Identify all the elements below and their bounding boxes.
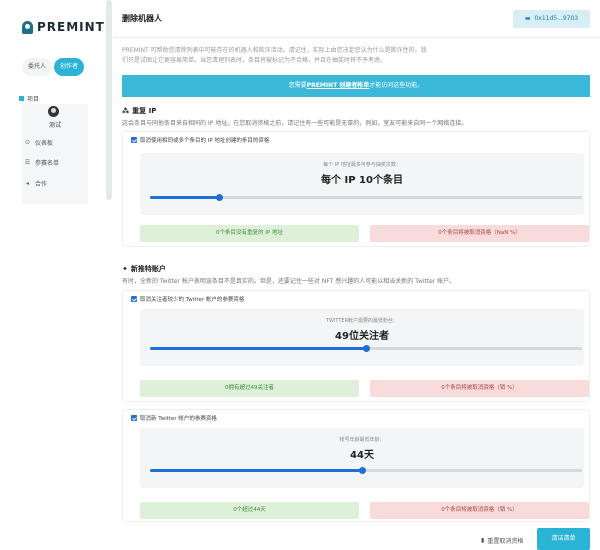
sidebar-scrollbar[interactable] (106, 0, 112, 200)
account-age-value: 44天 (350, 450, 374, 461)
upgrade-banner: 您需要PREMINT 创建者帐单才能访问这些功能。 (122, 75, 590, 97)
sidebar: PREMINT 委托人 创作者 项目 测试 ⊙ 仪表板 ☰ 参赛名单 ◂ 合作 (0, 0, 114, 550)
duplicate-ip-description: 这会条目与同他条目来自相同的 IP 地址。在您取消资格之前，请记住有一些可能是无… (122, 120, 468, 127)
account-age-ok-stat: 0个超过44天 (140, 502, 359, 519)
clean-list-button[interactable]: 清洁清单 (537, 528, 590, 550)
account-age-checkbox-label: 取消新 Twitter 帐户的参赛资格 (140, 416, 217, 422)
main-content: 删除机器人 ▬ 0x11d5...9703 PREMINT 可帮助您清除列表中可… (114, 0, 600, 550)
projects-header: 项目 (19, 94, 39, 103)
projects-header-label: 项目 (27, 96, 40, 103)
brand-logo[interactable]: PREMINT (22, 20, 105, 34)
account-age-slider[interactable] (150, 467, 582, 474)
project-card: 测试 ⊙ 仪表板 ☰ 参赛名单 ◂ 合作 (22, 104, 88, 204)
followers-checkbox-row[interactable]: 取消关注者较少的 Twitter 帐户的参赛资格 (131, 295, 244, 303)
followers-disqualified-stat: 0个条目将被取消资格（销 %） (370, 380, 589, 397)
banner-prefix: 您需要 (288, 82, 307, 89)
followers-label: TWITTER帐户需要的最低粉丝： (325, 318, 399, 324)
wallet-address: 0x11d5...9703 (534, 15, 579, 22)
duplicate-ip-checkbox[interactable] (131, 137, 137, 143)
brand-name: PREMINT (37, 20, 105, 34)
followers-panel: TWITTER帐户需要的最低粉丝： 49位关注者 (140, 309, 584, 366)
slider-fill (150, 196, 220, 199)
wallet-button[interactable]: ▬ 0x11d5...9703 (513, 10, 590, 28)
top-bar: 删除机器人 ▬ 0x11d5...9703 (114, 0, 600, 38)
network-icon: ⁂ (122, 107, 130, 115)
account-age-checkbox-row[interactable]: 取消新 Twitter 帐户的参赛资格 (131, 414, 217, 422)
ip-limit-label: 每个 IP 地址最多可参与抽奖次数： (323, 162, 401, 168)
account-age-panel: 帐号年龄最低年龄： 44天 (140, 428, 584, 488)
new-twitter-title-text: 新推特账户 (130, 265, 166, 273)
slider-fill (150, 347, 366, 350)
wallet-icon: ▬ (524, 15, 531, 22)
sidebar-item-label: 仪表板 (35, 140, 54, 147)
projects-icon (19, 96, 24, 101)
followers-checkbox[interactable] (131, 296, 137, 302)
sidebar-item-collab[interactable]: ◂ 合作 (24, 179, 47, 188)
avatar[interactable] (48, 106, 59, 117)
duplicate-ip-card: 取消使用相同或多个条目的 IP 地址创建的条目的资格 每个 IP 地址最多可参与… (122, 131, 590, 247)
banner-suffix: 才能访问这些功能。 (369, 82, 424, 89)
reset-label: 重置取消资格 (487, 538, 524, 545)
ip-limit-slider[interactable] (150, 194, 582, 201)
reset-disqualifications-button[interactable]: ▮ 重置取消资格 (481, 536, 523, 545)
dashboard-icon: ⊙ (24, 139, 31, 146)
twitter-icon: ✦ (122, 265, 128, 273)
account-age-label: 帐号年龄最低年龄： (339, 437, 385, 443)
role-tab-client[interactable]: 委托人 (22, 58, 52, 76)
project-name: 测试 (48, 122, 61, 129)
creator-billing-link[interactable]: PREMINT 创建者帐单 (307, 82, 370, 89)
duplicate-ip-checkbox-row[interactable]: 取消使用相同或多个条目的 IP 地址创建的条目的资格 (131, 136, 269, 144)
account-age-checkbox[interactable] (131, 415, 137, 421)
account-age-disqualified-stat: 0个条目将被取消资格（销 %） (370, 502, 589, 519)
slider-knob[interactable] (216, 194, 224, 201)
ip-limit-panel: 每个 IP 地址最多可参与抽奖次数： 每个 IP 10个条目 (140, 153, 584, 215)
slider-knob[interactable] (358, 467, 366, 474)
slider-fill (150, 469, 362, 472)
slider-knob[interactable] (363, 345, 370, 352)
followers-card: 取消关注者较少的 Twitter 帐户的参赛资格 TWITTER帐户需要的最低粉… (122, 290, 590, 402)
followers-checkbox-label: 取消关注者较少的 Twitter 帐户的参赛资格 (140, 297, 245, 303)
new-twitter-title: ✦ 新推特账户 (122, 264, 166, 274)
followers-value: 49位关注者 (335, 331, 389, 342)
followers-ok-stat: 0拥有超过49关注者 (140, 380, 359, 397)
account-age-card: 取消新 Twitter 帐户的参赛资格 帐号年龄最低年龄： 44天 0个超过44… (122, 409, 590, 522)
followers-slider[interactable] (150, 345, 582, 352)
role-toggle: 委托人 创作者 (22, 58, 84, 76)
role-tab-creator[interactable]: 创作者 (54, 58, 84, 76)
new-twitter-description: 有时，全新的 Twitter 帐户表明该条目不是真实的。但是，还要记住一些对 N… (122, 278, 456, 285)
premint-logo-icon (22, 20, 33, 34)
page-title: 删除机器人 (122, 14, 162, 23)
sidebar-item-dashboard[interactable]: ⊙ 仪表板 (24, 138, 53, 147)
sidebar-item-label: 参赛名单 (35, 160, 60, 167)
sidebar-item-label: 合作 (35, 181, 48, 188)
duplicate-ip-checkbox-label: 取消使用相同或多个条目的 IP 地址创建的条目的资格 (140, 138, 270, 144)
trash-icon: ▮ (481, 537, 485, 544)
intro-text: PREMINT 可帮助您清除列表中可能存在的机器人和欺诈活动。请记住，实际上由您… (122, 47, 427, 64)
duplicate-ip-title-text: 重复 IP (132, 107, 157, 115)
ip-limit-value: 每个 IP 10个条目 (321, 175, 403, 186)
sidebar-item-entries[interactable]: ☰ 参赛名单 (24, 158, 59, 167)
duplicate-ip-title: ⁂ 重复 IP (122, 106, 156, 116)
ip-disqualified-stat: 0个条目将被取消资格（NaN %） (370, 225, 589, 242)
megaphone-icon: ◂ (25, 180, 29, 187)
ip-ok-stat: 0个条目没有重复的 IP 地址 (140, 225, 359, 242)
list-icon: ☰ (24, 159, 31, 166)
